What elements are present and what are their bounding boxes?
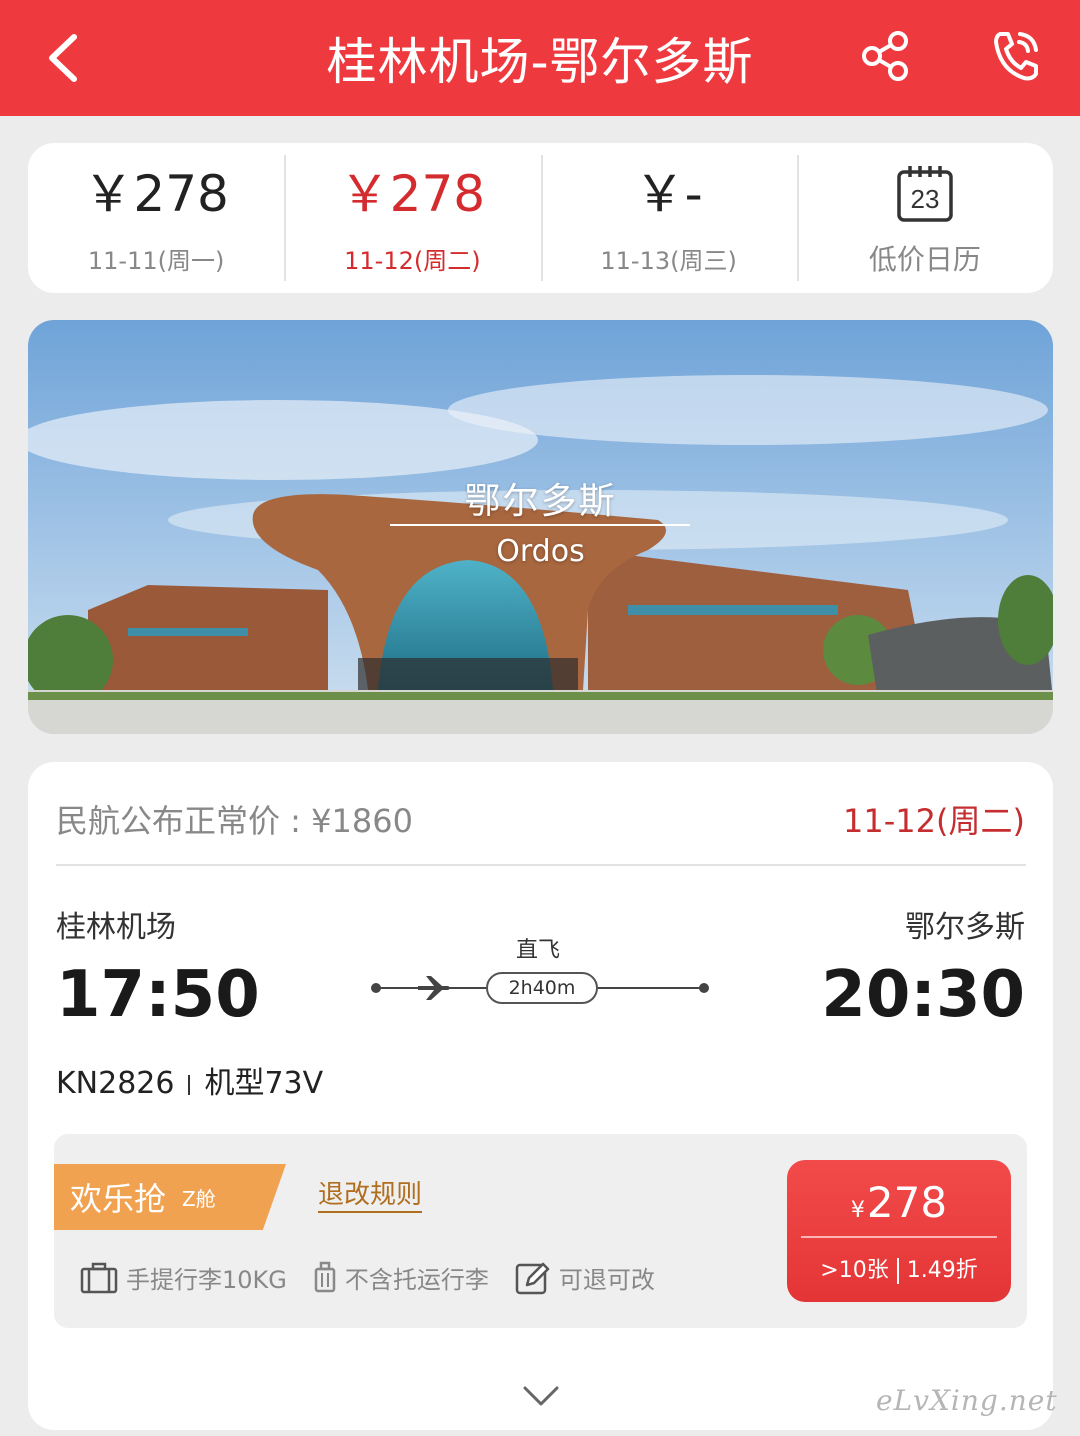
feature-label: 不含托运行李 xyxy=(344,1266,489,1294)
standard-price: 民航公布正常价 : ¥1860 xyxy=(56,802,413,840)
feature-carry-on: 手提行李10KG xyxy=(80,1260,287,1295)
departure-airport: 桂林机场 xyxy=(56,910,176,945)
fare-option: 欢乐抢 Z舱 退改规则 手提行李10KG 不含托运行李 可退可改 ¥278 >1… xyxy=(54,1134,1027,1328)
low-price-calendar-button[interactable]: 23 低价日历 xyxy=(796,143,1053,293)
discount-rate: 1.49折 xyxy=(906,1258,978,1283)
date-price: ￥278 xyxy=(83,164,229,223)
destination-banner: 鄂尔多斯 Ordos xyxy=(28,320,1053,734)
fare-features: 手提行李10KG 不含托运行李 可退可改 xyxy=(80,1260,681,1295)
seats-left: >10张 xyxy=(820,1258,889,1283)
flight-date: 11-12(周二) xyxy=(843,802,1025,840)
fare-price-value: 278 xyxy=(866,1178,948,1227)
date-option[interactable]: ￥278 11-11(周一) xyxy=(28,143,284,293)
back-button[interactable] xyxy=(38,30,88,86)
share-icon xyxy=(862,31,908,81)
currency-symbol: ¥ xyxy=(850,1198,865,1223)
calendar-day: 23 xyxy=(910,184,939,214)
fare-availability: >10张 1.49折 xyxy=(787,1252,1011,1284)
page-title: 桂林机场-鄂尔多斯 xyxy=(326,33,754,91)
info-divider xyxy=(188,1074,191,1095)
luggage-icon xyxy=(314,1261,336,1292)
banner-city-english: Ordos xyxy=(496,534,585,569)
calendar-label: 低价日历 xyxy=(868,243,981,276)
chevron-down-icon[interactable] xyxy=(521,1384,561,1408)
direct-flight-label: 直飞 xyxy=(515,938,560,963)
date-label: 11-13(周三) xyxy=(600,246,737,275)
flight-info: KN2826 机型73V xyxy=(56,1058,323,1102)
watermark: eLvXing.net xyxy=(876,1384,1058,1417)
feature-label: 手提行李10KG xyxy=(126,1266,287,1294)
fare-price: ¥278 xyxy=(787,1178,1011,1227)
feature-label: 可退可改 xyxy=(558,1266,655,1294)
plane-icon xyxy=(418,976,450,1000)
date-label: 11-12(周二) xyxy=(344,246,481,275)
refund-rules-link[interactable]: 退改规则 xyxy=(318,1180,423,1214)
date-option-selected[interactable]: ￥278 11-12(周二) xyxy=(284,143,540,293)
share-button[interactable] xyxy=(860,30,912,82)
calendar-icon: 23 xyxy=(897,166,953,222)
fare-tag-name: 欢乐抢 xyxy=(70,1180,167,1218)
feature-refundable: 可退可改 xyxy=(515,1260,655,1295)
carry-on-bag-icon xyxy=(80,1262,118,1293)
date-label: 11-11(周一) xyxy=(87,246,225,275)
flight-duration: 2h40m xyxy=(486,972,598,1004)
date-price: ￥278 xyxy=(339,164,486,223)
banner-divider xyxy=(390,524,690,526)
departure-time: 17:50 xyxy=(56,958,260,1032)
chevron-left-icon xyxy=(49,34,77,82)
arrival-airport: 鄂尔多斯 xyxy=(905,910,1025,945)
date-price: ￥- xyxy=(634,164,703,223)
date-selector: ￥278 11-11(周一) ￥278 11-12(周二) ￥- 11-13(周… xyxy=(28,143,1053,293)
book-button[interactable]: ¥278 >10张 1.49折 xyxy=(787,1160,1011,1302)
book-divider xyxy=(801,1236,997,1238)
ordos-museum-photo xyxy=(28,320,1053,734)
divider xyxy=(56,864,1026,866)
phone-icon xyxy=(994,32,1038,81)
aircraft-type: 机型73V xyxy=(204,1066,324,1101)
arrival-time: 20:30 xyxy=(821,958,1025,1032)
banner-city-name: 鄂尔多斯 xyxy=(464,481,617,522)
cabin-class: Z舱 xyxy=(182,1186,216,1211)
fare-tag: 欢乐抢 Z舱 xyxy=(54,1164,286,1230)
call-button[interactable] xyxy=(990,28,1042,84)
edit-icon xyxy=(515,1262,550,1294)
feature-checked-baggage: 不含托运行李 xyxy=(313,1260,489,1295)
flight-card: 民航公布正常价 : ¥1860 11-12(周二) 桂林机场 鄂尔多斯 17:5… xyxy=(28,762,1053,1430)
flight-number: KN2826 xyxy=(56,1066,175,1101)
top-bar: 桂林机场-鄂尔多斯 xyxy=(0,0,1080,116)
info-divider xyxy=(896,1258,899,1284)
date-option[interactable]: ￥- 11-13(周三) xyxy=(540,143,797,293)
